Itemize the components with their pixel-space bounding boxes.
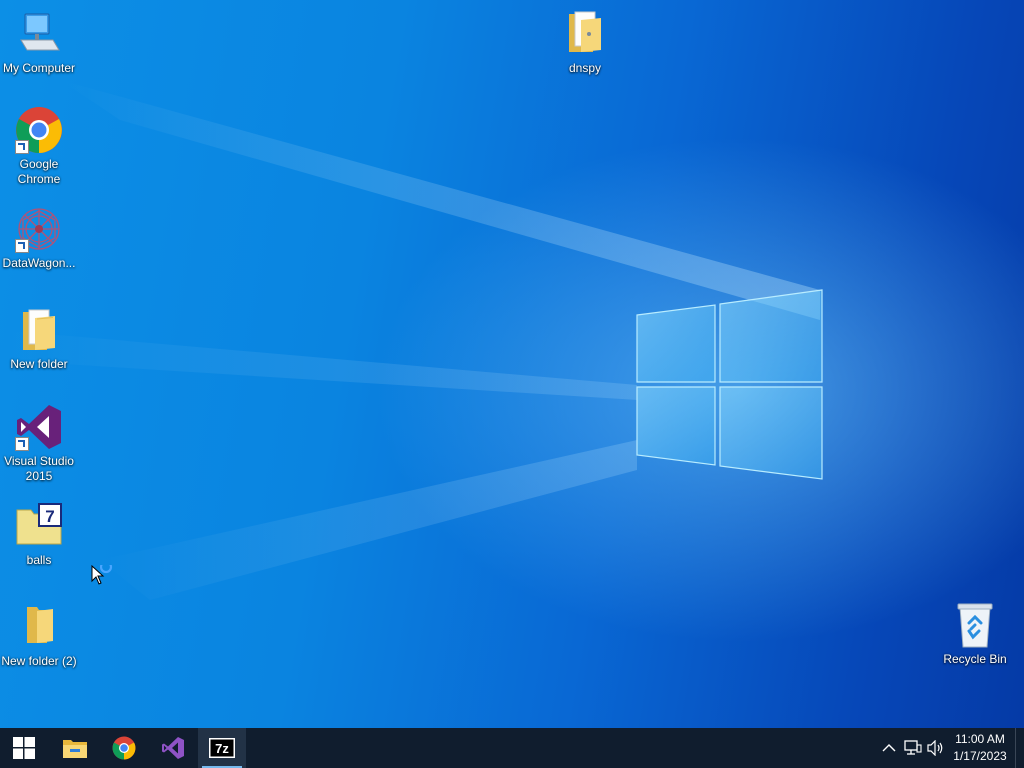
clock-date: 1/17/2023: [953, 749, 1007, 763]
desktop-icon-recycle-bin[interactable]: Recycle Bin: [936, 601, 1014, 667]
desktop-icon-label: Recycle Bin: [943, 652, 1007, 666]
desktop-icon-new-folder-2[interactable]: New folder (2): [0, 603, 78, 669]
chrome-icon: [15, 106, 63, 154]
taskbar-file-explorer[interactable]: [51, 728, 99, 768]
taskbar-visual-studio[interactable]: [149, 728, 197, 768]
taskbar-chrome[interactable]: [100, 728, 148, 768]
desktop-icon-label: dnspy: [568, 61, 602, 75]
desktop-icon-label: New folder (2): [1, 654, 77, 668]
file-explorer-icon: [63, 740, 87, 758]
desktop-icon-label: My Computer: [2, 61, 76, 75]
chevron-up-icon[interactable]: [879, 738, 899, 758]
shortcut-arrow-icon: [15, 437, 29, 451]
desktop-icon-label: balls: [26, 553, 52, 567]
shortcut-arrow-icon: [15, 239, 29, 253]
desktop-icon-datawagon[interactable]: DataWagon...: [0, 205, 78, 271]
chrome-icon: [112, 736, 136, 760]
windows-start-icon: [13, 737, 35, 759]
show-desktop-button[interactable]: [1015, 728, 1024, 768]
start-button[interactable]: [0, 728, 48, 768]
volume-icon[interactable]: [926, 738, 946, 758]
svg-text:7: 7: [45, 507, 54, 526]
computer-icon: [15, 10, 63, 58]
desktop-icon-label: Google Chrome: [17, 157, 61, 186]
folder-icon: [15, 306, 63, 354]
taskbar-7zip[interactable]: 7z: [198, 728, 246, 768]
desktop-icon-google-chrome[interactable]: Google Chrome: [0, 106, 78, 187]
desktop-icon-balls[interactable]: 7 balls: [0, 502, 78, 568]
visual-studio-icon: [162, 737, 184, 759]
datawagon-icon: [15, 205, 63, 253]
wallpaper-light-beams: [0, 80, 823, 600]
visual-studio-icon: [15, 403, 63, 451]
7zip-icon: 7z: [209, 738, 235, 758]
svg-text:7z: 7z: [215, 741, 229, 756]
clock-time: 11:00 AM: [955, 732, 1005, 746]
desktop-icon-label: New folder: [10, 357, 68, 371]
desktop-icon-dnspy[interactable]: dnspy: [546, 10, 624, 76]
desktop[interactable]: My Computer Google Chrome DataWagon... N…: [0, 0, 1024, 728]
7zip-archive-icon: 7: [15, 502, 63, 550]
desktop-icon-label: DataWagon...: [2, 256, 76, 270]
desktop-icon-visual-studio-2015[interactable]: Visual Studio 2015: [0, 403, 78, 484]
folder-icon: [561, 10, 609, 58]
desktop-icon-my-computer[interactable]: My Computer: [0, 10, 78, 76]
network-icon[interactable]: [903, 738, 923, 758]
shortcut-arrow-icon: [15, 140, 29, 154]
system-clock[interactable]: 11:00 AM 1/17/2023: [946, 731, 1014, 765]
folder-icon: [15, 603, 63, 651]
desktop-icon-new-folder[interactable]: New folder: [0, 306, 78, 372]
recycle-bin-icon: [951, 601, 999, 649]
desktop-icon-label: Visual Studio 2015: [4, 454, 74, 483]
mouse-cursor-busy-icon: [91, 565, 113, 585]
taskbar: 7z 11:00 AM 1/17/2023: [0, 728, 1024, 768]
